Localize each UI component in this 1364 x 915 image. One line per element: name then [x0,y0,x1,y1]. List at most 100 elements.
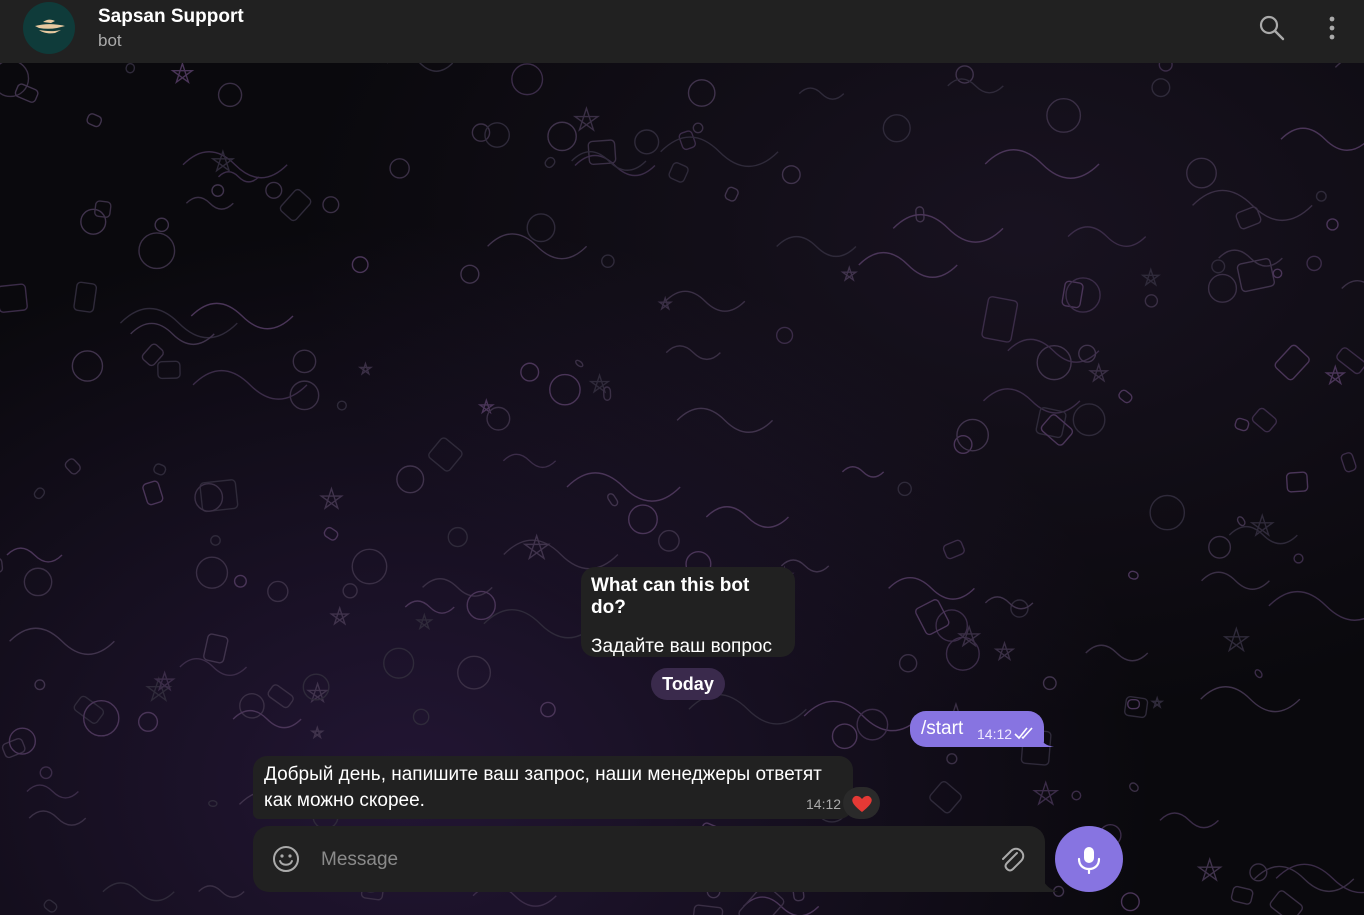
doodle-shape [195,556,229,589]
doodle-shape [428,437,463,472]
doodle-shape [1218,249,1283,267]
doodle-shape [634,129,660,155]
doodle-shape [1196,856,1223,882]
doodle-shape [549,373,581,406]
doodle-shape [203,633,229,664]
doodle-shape [0,557,4,574]
doodle-shape [125,63,136,74]
doodle-shape [781,165,801,185]
doodle-shape [279,188,312,222]
doodle-shape [232,709,302,729]
doodle-shape [217,82,243,108]
doodle-shape [170,63,195,84]
message-input[interactable] [319,840,983,880]
doodle-shape [142,480,164,506]
doodle-shape [82,700,120,737]
doodle-shape [329,605,351,626]
doodle-shape [946,753,958,765]
doodle-shape [322,196,340,214]
doodle-shape [190,302,294,330]
doodle-shape [1253,865,1355,893]
doodle-shape [1127,570,1139,580]
emoji-button[interactable] [272,845,300,873]
double-check-icon [1014,727,1033,740]
doodle-shape [138,232,176,270]
doodle-shape [357,361,374,376]
doodle-shape [1129,782,1139,793]
doodle-shape [511,63,544,96]
doodle-shape [486,406,511,431]
doodle-shape [1144,294,1159,308]
doodle-shape [1207,273,1238,303]
doodle-shape [955,65,974,84]
voice-record-button[interactable] [1055,826,1123,892]
doodle-shape [1120,892,1140,912]
search-icon [1259,15,1285,41]
doodle-shape [319,486,344,510]
doodle-shape [1211,259,1226,274]
doodle-shape [267,684,294,709]
doodle-shape [233,574,247,588]
doodle-shape [1234,417,1250,432]
doodle-shape [1042,676,1057,691]
doodle-shape [471,123,491,142]
doodle-shape [487,233,588,260]
doodle-shape [1236,516,1246,527]
doodle-shape [1,737,26,759]
doodle-shape [6,547,63,563]
doodle-shape [1293,553,1304,564]
more-menu-button[interactable] [1318,14,1346,42]
doodle-shape [208,799,218,808]
doodle-shape [404,600,455,614]
doodle-shape [1035,407,1067,439]
doodle-shape [1235,206,1262,230]
date-separator: Today [651,668,725,700]
doodle-shape [658,529,680,552]
doodle-shape [383,647,415,679]
doodle-shape [1118,389,1133,404]
doodle-shape [351,256,369,274]
doodle-shape [566,472,681,502]
doodle-shape [571,150,647,171]
doodle-shape [1254,669,1263,679]
doodle-shape [137,711,159,732]
doodle-shape [154,217,170,233]
incoming-message[interactable]: Добрый день, напишите ваш запрос, наши м… [253,756,853,819]
doodle-shape [14,83,39,103]
avatar[interactable] [23,2,75,54]
doodle-shape [705,506,789,529]
doodle-shape [628,504,658,535]
doodle-shape [981,296,1019,343]
attach-button[interactable] [997,844,1025,874]
doodle-shape [957,624,982,648]
doodle-shape [1336,347,1364,375]
doodle-shape [153,463,167,476]
doodle-shape [141,343,164,367]
doodle-shape [942,539,965,560]
doodle-shape [520,362,540,382]
doodle-shape [80,208,107,235]
doodle-shape [86,113,103,128]
doodle-shape [572,105,600,132]
doodle-shape [1315,190,1327,202]
doodle-shape [1285,471,1309,493]
doodle-shape [389,158,410,179]
message-time: 14:12 [977,726,1013,742]
doodle-shape [526,213,556,243]
doodle-shape [1268,591,1364,621]
doodle-shape [130,322,215,346]
doodle-shape [210,535,221,546]
message-time: 14:12 [806,796,842,812]
doodle-shape [1341,280,1364,290]
doodle-shape [724,186,739,202]
bot-info-card: What can this bot do? Задайте ваш вопрос [581,567,795,657]
doodle-shape [1072,403,1106,437]
doodle-shape [34,679,46,691]
doodle-shape [460,264,480,284]
outgoing-message[interactable]: /start 14:12 [910,711,1044,747]
search-button[interactable] [1258,14,1286,42]
doodle-shape [71,350,104,382]
reaction-badge[interactable] [843,787,880,819]
doodle-shape [1149,494,1186,531]
doodle-shape [1186,157,1217,189]
